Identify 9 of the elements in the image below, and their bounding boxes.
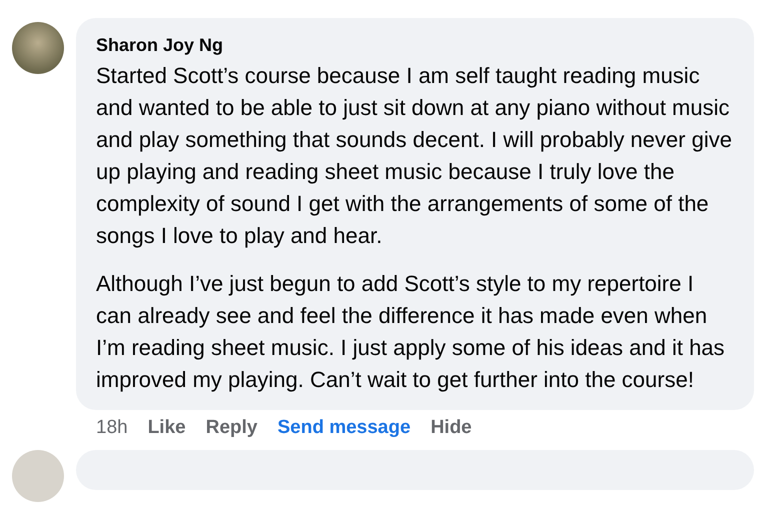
comment-paragraph: Although I’ve just begun to add Scott’s style to my repertoire I can already see and feel the difference it has made even when I’m reading sheet music. I just apply some of his ideas and it has improved my playing. Can’t wait to get further into the course! [96, 270, 726, 394]
action-link[interactable]: Reply [206, 417, 258, 439]
author-name[interactable]: Sharon Joy Ng [96, 34, 734, 56]
comment-paragraph: Started Scott’s course because I am self taught reading music and wanted to be able to just sit down at any piano without music and play something that sounds decent. I will probably never give up playing and reading sheet music because I truly love the complexity of sound I get with the arrangements of some of the songs I love to play and hear. [96, 62, 733, 250]
timestamp[interactable]: 18h [96, 417, 128, 439]
action-link[interactable]: Hide [430, 417, 472, 439]
send-message-link[interactable]: Send message [277, 417, 411, 439]
avatar-circle[interactable] [12, 22, 64, 74]
action-link[interactable]: Like [148, 417, 186, 439]
